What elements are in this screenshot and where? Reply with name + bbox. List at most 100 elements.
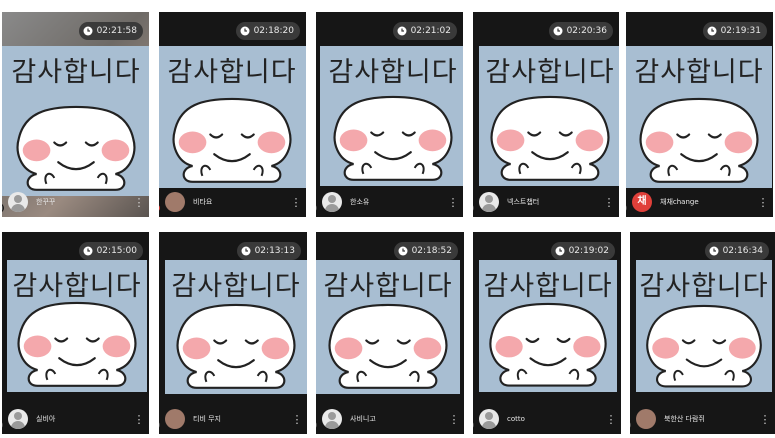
participant-tile[interactable]: 감사합니다 02:21:02 한소유 ⋮ [316,12,463,217]
thank-you-sticker: 감사합니다 [165,260,307,394]
smiling-character-icon [16,106,136,192]
participant-tile[interactable]: 감사합니다 02:16:34 북한산 다람쥐 ⋮ [630,232,775,434]
elapsed-timer: 02:19:02 [550,242,615,260]
sticker-text: 감사합니다 [639,271,769,302]
mic-muted-icon [473,420,475,430]
timer-text: 02:18:52 [411,246,452,256]
more-options-icon[interactable]: ⋮ [757,197,769,208]
mic-muted-icon [159,203,161,213]
more-options-icon[interactable]: ⋮ [448,414,460,425]
sticker-text: 감사합니다 [328,57,458,88]
sticker-text: 감사합니다 [485,57,615,88]
thank-you-sticker: 감사합니다 [316,260,460,394]
participant-tile[interactable]: 감사합니다 02:20:36 넥스트챕터 ⋮ [473,12,619,217]
avatar [636,409,656,429]
avatar [479,409,499,429]
tile-footer: 한소유 ⋮ [316,187,463,217]
mic-muted-icon [630,420,632,430]
thank-you-sticker: 감사합니다 [2,46,149,196]
clock-icon [398,246,408,256]
avatar [479,192,499,212]
participant-tile[interactable]: 감사합니다 02:18:20 비타요 ⋮ [159,12,306,217]
smiling-character-icon [328,304,448,390]
clock-icon [83,26,93,36]
smiling-character-icon [639,98,759,184]
timer-text: 02:21:02 [410,26,451,36]
mic-muted-icon [626,203,628,213]
clock-icon [397,26,407,36]
smiling-character-icon [17,302,137,388]
participant-name: 한꾸꾸 [36,198,56,206]
more-options-icon[interactable]: ⋮ [447,197,459,208]
avatar [165,192,185,212]
clock-icon [709,246,719,256]
clock-icon [707,26,717,36]
tile-footer: 실비아 ⋮ [2,404,149,434]
elapsed-timer: 02:18:52 [393,242,458,260]
thank-you-sticker: 감사합니다 [479,260,617,392]
mic-muted-icon [316,420,318,430]
mic-muted-icon [473,203,475,213]
participant-tile[interactable]: 감사합니다 02:18:52 사비니고 ⋮ [316,232,464,434]
participant-tile[interactable]: 감사합니다 02:13:13 티비 무지 ⋮ [159,232,307,434]
sticker-text: 감사합니다 [634,57,764,88]
timer-text: 02:13:13 [254,246,295,256]
more-options-icon[interactable]: ⋮ [133,197,145,208]
tile-footer: cotto ⋮ [473,404,621,434]
participant-tile[interactable]: 감사합니다 02:21:58 한꾸꾸 ⋮ [2,12,149,217]
video-grid: 감사합니다 02:21:58 한꾸꾸 ⋮ 감사합니다 02:18:20 비타요 … [0,0,775,438]
mic-muted-icon [2,203,4,213]
sticker-text: 감사합니다 [483,271,613,302]
elapsed-timer: 02:21:58 [78,22,143,40]
elapsed-timer: 02:19:31 [702,22,767,40]
clock-icon [555,246,565,256]
participant-name: 채채change [660,198,699,206]
tile-footer: 사비니고 ⋮ [316,404,464,434]
elapsed-timer: 02:15:00 [78,242,143,260]
clock-icon [553,26,563,36]
timer-text: 02:19:31 [720,26,761,36]
avatar [8,409,28,429]
timer-text: 02:18:20 [253,26,294,36]
thank-you-sticker: 감사합니다 [626,46,772,188]
thank-you-sticker: 감사합니다 [479,46,619,186]
participant-tile[interactable]: 감사합니다 02:15:00 실비아 ⋮ [2,232,149,434]
sticker-text: 감사합니다 [11,57,141,88]
more-options-icon[interactable]: ⋮ [133,414,145,425]
smiling-character-icon [489,303,607,388]
more-options-icon[interactable]: ⋮ [290,197,302,208]
elapsed-timer: 02:13:13 [236,242,301,260]
participant-name: 사비니고 [350,415,376,423]
avatar [8,192,28,212]
avatar [322,409,342,429]
elapsed-timer: 02:16:34 [704,242,769,260]
more-options-icon[interactable]: ⋮ [291,414,303,425]
more-options-icon[interactable]: ⋮ [759,414,771,425]
sticker-text: 감사합니다 [171,271,301,302]
participant-name: 한소유 [350,198,370,206]
mic-muted-icon [316,203,318,213]
smiling-character-icon [490,96,610,182]
participant-name: 티비 무지 [193,415,221,423]
timer-text: 02:19:02 [568,246,609,256]
timer-text: 02:15:00 [96,246,137,256]
more-options-icon[interactable]: ⋮ [605,414,617,425]
clock-icon [240,26,250,36]
participant-name: 비타요 [193,198,213,206]
participant-name: 북한산 다람쥐 [664,415,705,423]
smiling-character-icon [333,96,453,182]
thank-you-sticker: 감사합니다 [7,260,147,392]
participant-tile[interactable]: 감사합니다 02:19:31 채 채채change ⋮ [626,12,773,217]
tile-footer: 비타요 ⋮ [159,187,306,217]
smiling-character-icon [646,304,762,388]
participant-name: 실비아 [36,415,56,423]
elapsed-timer: 02:18:20 [235,22,300,40]
more-options-icon[interactable]: ⋮ [603,197,615,208]
avatar [322,192,342,212]
participant-tile[interactable]: 감사합니다 02:19:02 cotto ⋮ [473,232,621,434]
sticker-text: 감사합니다 [323,271,453,302]
participant-name: 넥스트챕터 [507,198,540,206]
sticker-text: 감사합니다 [167,57,297,88]
sticker-text: 감사합니다 [12,271,142,302]
tile-footer: 북한산 다람쥐 ⋮ [630,404,775,434]
